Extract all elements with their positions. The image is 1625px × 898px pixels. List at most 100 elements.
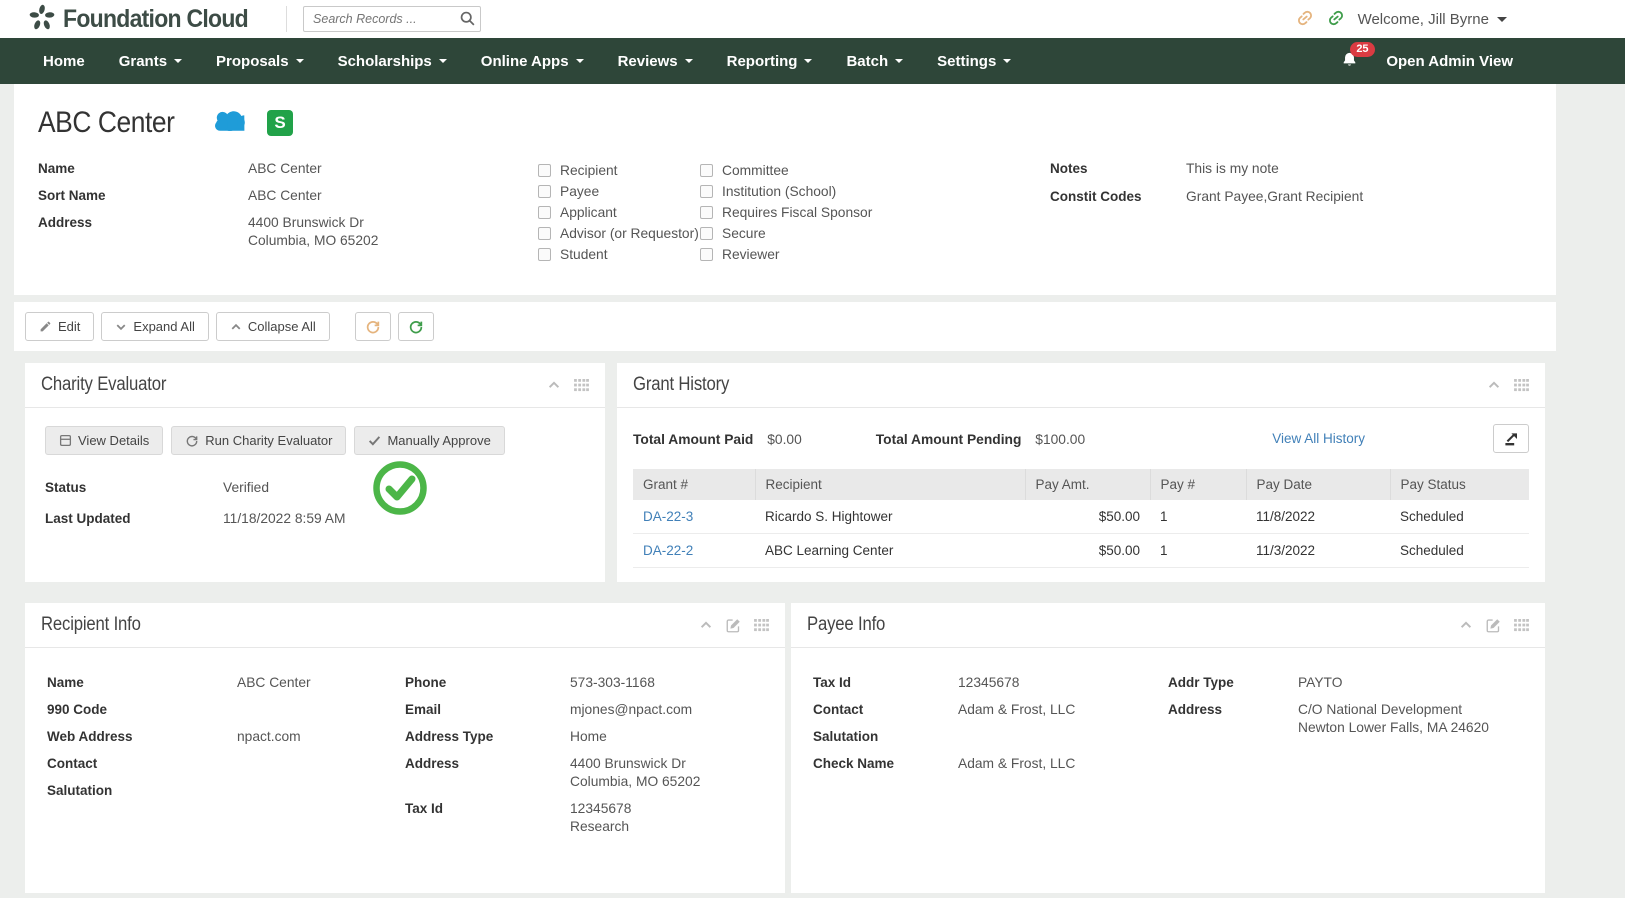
- edit-panel-icon[interactable]: [1486, 618, 1501, 633]
- info-field: Check NameAdam & Frost, LLC: [813, 755, 1168, 773]
- expand-all-button[interactable]: Expand All: [101, 312, 208, 341]
- table-row: DA-22-3 Ricardo S. Hightower $50.00 1 11…: [633, 500, 1529, 534]
- notifications-bell[interactable]: 25: [1341, 51, 1358, 72]
- institution-checkbox[interactable]: [700, 185, 713, 198]
- checkbox-row-secure: Secure: [700, 223, 900, 244]
- open-admin-view-link[interactable]: Open Admin View: [1386, 53, 1513, 70]
- nav-item-batch[interactable]: Batch: [829, 38, 920, 84]
- info-field: Tax Id12345678 Research: [405, 800, 763, 836]
- refresh-green-button[interactable]: [398, 312, 434, 341]
- recipient-checkbox[interactable]: [538, 164, 551, 177]
- details-icon: [59, 434, 72, 447]
- charity-status-row: Status Verified: [45, 479, 585, 497]
- info-field: Tax Id12345678: [813, 674, 1168, 692]
- info-field: NameABC Center: [47, 674, 405, 692]
- fiscal-sponsor-checkbox[interactable]: [700, 206, 713, 219]
- logo-text: Foundation Cloud: [63, 5, 248, 34]
- welcome-text: Welcome, Jill Byrne: [1358, 11, 1489, 28]
- salesforce-cloud-icon[interactable]: [215, 111, 245, 136]
- refresh-icon: [365, 319, 381, 335]
- table-row: DA-22-2 ABC Learning Center $50.00 1 11/…: [633, 534, 1529, 568]
- user-menu[interactable]: Welcome, Jill Byrne: [1358, 11, 1507, 28]
- student-checkbox[interactable]: [538, 248, 551, 261]
- payee-checkbox[interactable]: [538, 185, 551, 198]
- column-header-pay-status[interactable]: Pay Status: [1390, 469, 1529, 500]
- refresh-orange-button[interactable]: [355, 312, 391, 341]
- nav-item-reporting[interactable]: Reporting: [710, 38, 830, 84]
- info-field: Contact: [47, 755, 405, 773]
- export-icon: [1503, 431, 1519, 447]
- run-charity-evaluator-button[interactable]: Run Charity Evaluator: [171, 426, 346, 455]
- collapse-panel-icon[interactable]: [1459, 618, 1473, 632]
- view-details-button[interactable]: View Details: [45, 426, 163, 455]
- drag-handle-grid-icon[interactable]: [574, 379, 589, 392]
- column-header-pay-date[interactable]: Pay Date: [1246, 469, 1390, 500]
- edit-panel-icon[interactable]: [726, 618, 741, 633]
- top-header: Foundation Cloud Welcome, Jill Byr: [0, 0, 1625, 38]
- record-field-constit-codes: Constit Codes Grant Payee,Grant Recipien…: [1050, 188, 1363, 206]
- nav-item-grants[interactable]: Grants: [102, 38, 199, 84]
- checkbox-row-fiscal-sponsor: Requires Fiscal Sponsor: [700, 202, 900, 223]
- advisor-checkbox[interactable]: [538, 227, 551, 240]
- column-header-grant-no[interactable]: Grant #: [633, 469, 755, 500]
- view-all-history-link[interactable]: View All History: [1272, 431, 1365, 446]
- page-title: ABC Center: [38, 106, 174, 140]
- payee-info-panel: Payee Info Tax Id12345678 ContactAdam & …: [791, 603, 1545, 893]
- s-badge-icon[interactable]: S: [267, 110, 293, 136]
- collapse-panel-icon[interactable]: [699, 618, 713, 632]
- chevron-down-icon: [1497, 17, 1507, 22]
- link-orange-icon[interactable]: [1296, 9, 1314, 30]
- drag-handle-grid-icon[interactable]: [754, 619, 769, 632]
- checkbox-row-reviewer: Reviewer: [700, 244, 900, 265]
- collapse-panel-icon[interactable]: [1487, 378, 1501, 392]
- panel-title: Recipient Info: [41, 614, 141, 636]
- panel-title: Grant History: [633, 374, 729, 396]
- chevron-down-icon: [115, 321, 127, 333]
- drag-handle-grid-icon[interactable]: [1514, 379, 1529, 392]
- chevron-down-icon: [895, 59, 903, 63]
- search-input[interactable]: [303, 6, 481, 32]
- column-header-pay-no[interactable]: Pay #: [1150, 469, 1246, 500]
- info-field: Web Addressnpact.com: [47, 728, 405, 746]
- applicant-checkbox[interactable]: [538, 206, 551, 219]
- total-pending-group: Total Amount Pending $100.00: [876, 431, 1085, 447]
- collapse-all-button[interactable]: Collapse All: [216, 312, 330, 341]
- grant-history-table: Grant # Recipient Pay Amt. Pay # Pay Dat…: [633, 469, 1529, 568]
- checkbox-row-advisor: Advisor (or Requestor): [538, 223, 700, 244]
- nav-item-proposals[interactable]: Proposals: [199, 38, 321, 84]
- app-logo[interactable]: Foundation Cloud: [28, 4, 264, 35]
- drag-handle-grid-icon[interactable]: [1514, 619, 1529, 632]
- info-field: AddressC/O National Development Newton L…: [1168, 701, 1523, 737]
- column-header-recipient[interactable]: Recipient: [755, 469, 1025, 500]
- checkbox-row-recipient: Recipient: [538, 160, 700, 181]
- grant-link[interactable]: DA-22-3: [643, 509, 693, 524]
- total-paid-group: Total Amount Paid $0.00: [633, 431, 802, 447]
- column-header-pay-amt[interactable]: Pay Amt.: [1025, 469, 1150, 500]
- logo-leaf-icon: [28, 4, 56, 35]
- nav-item-reviews[interactable]: Reviews: [601, 38, 710, 84]
- chevron-down-icon: [296, 59, 304, 63]
- committee-checkbox[interactable]: [700, 164, 713, 177]
- nav-item-home[interactable]: Home: [26, 38, 102, 84]
- record-summary-card: ABC Center S Name ABC Center Sort: [14, 84, 1556, 295]
- refresh-icon: [408, 319, 424, 335]
- search-icon[interactable]: [459, 10, 476, 30]
- charity-last-updated-row: Last Updated 11/18/2022 8:59 AM: [45, 510, 585, 528]
- nav-item-settings[interactable]: Settings: [920, 38, 1028, 84]
- record-field-sort-name: Sort Name ABC Center: [38, 187, 538, 205]
- main-nav: Home Grants Proposals Scholarships Onlin…: [0, 38, 1625, 84]
- collapse-panel-icon[interactable]: [547, 378, 561, 392]
- nav-item-scholarships[interactable]: Scholarships: [321, 38, 464, 84]
- nav-item-online-apps[interactable]: Online Apps: [464, 38, 601, 84]
- link-green-icon[interactable]: [1327, 9, 1345, 30]
- info-field: Salutation: [813, 728, 1168, 746]
- info-field: Address4400 Brunswick Dr Columbia, MO 65…: [405, 755, 763, 791]
- reviewer-checkbox[interactable]: [700, 248, 713, 261]
- grant-link[interactable]: DA-22-2: [643, 543, 693, 558]
- secure-checkbox[interactable]: [700, 227, 713, 240]
- chevron-down-icon: [1003, 59, 1011, 63]
- manually-approve-button[interactable]: Manually Approve: [354, 426, 504, 455]
- check-icon: [368, 434, 381, 447]
- edit-button[interactable]: Edit: [25, 312, 94, 341]
- export-grid-button[interactable]: [1493, 424, 1529, 453]
